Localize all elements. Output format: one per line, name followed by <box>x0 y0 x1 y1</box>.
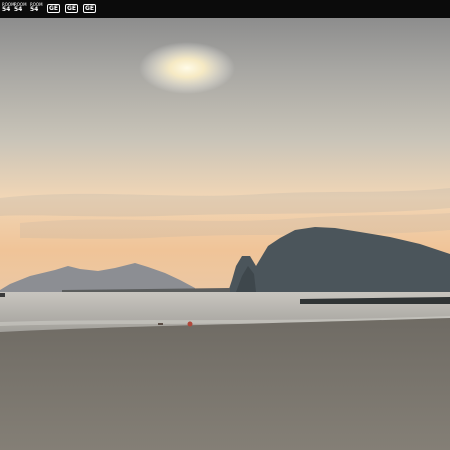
sun <box>139 42 235 94</box>
top-status-bar: ROOM 54 ROOM 54 ROOM 54 GE GE GE <box>0 0 450 18</box>
beach-object <box>158 323 163 325</box>
ge-box: GE <box>83 4 96 13</box>
beach-object <box>0 293 5 297</box>
beach-sunset-photo <box>0 18 450 450</box>
badge-bottom-text: 54 <box>14 6 23 13</box>
badge-bottom-text: 54 <box>30 6 39 13</box>
beach-object <box>187 321 193 327</box>
badge-bottom-text: 54 <box>2 6 11 13</box>
ge-box: GE <box>65 4 78 13</box>
ge-box: GE <box>47 4 60 13</box>
sand <box>0 318 450 450</box>
